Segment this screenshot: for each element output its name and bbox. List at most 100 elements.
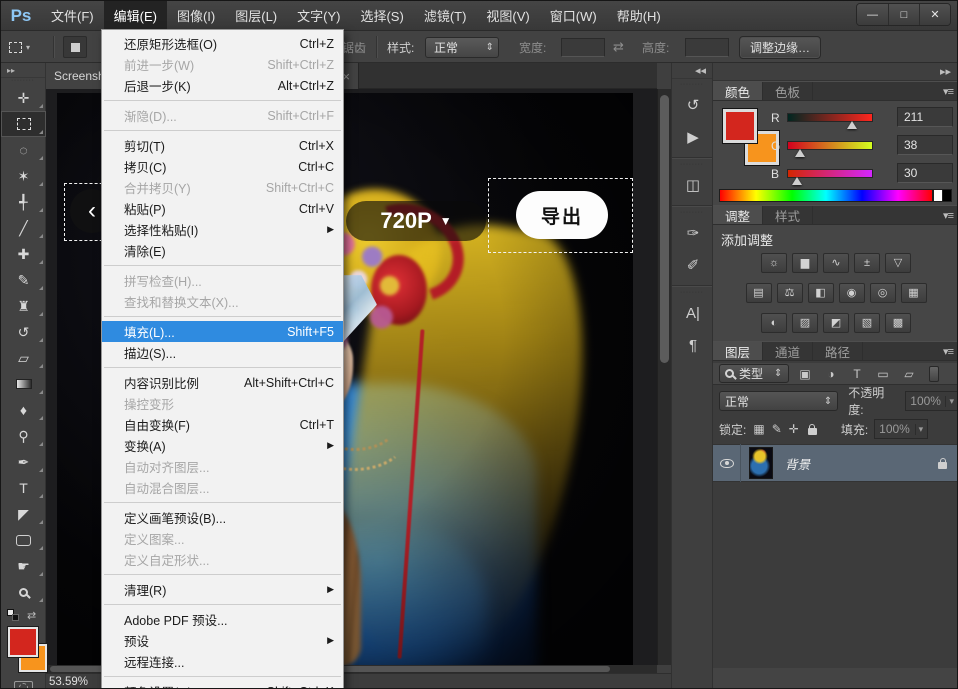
- swap-dimensions-icon[interactable]: ⇄: [613, 31, 624, 63]
- hue-saturation-icon[interactable]: ▤: [746, 283, 772, 303]
- selective-color-icon[interactable]: ▩: [885, 313, 911, 333]
- menu-item[interactable]: 变换(A)▶: [102, 435, 343, 456]
- opacity-value[interactable]: 100% ▾: [905, 391, 958, 411]
- history-panel-icon[interactable]: ↺: [672, 89, 714, 121]
- slider-thumb[interactable]: [792, 177, 802, 185]
- menubar-item[interactable]: 文字(Y): [287, 1, 350, 30]
- magic-wand-tool[interactable]: ✶: [1, 163, 46, 189]
- menubar-item[interactable]: 视图(V): [476, 1, 539, 30]
- menu-item[interactable]: Adobe PDF 预设...: [102, 609, 343, 630]
- pen-tool[interactable]: ✒: [1, 449, 46, 475]
- channel-mixer-icon[interactable]: ◎: [870, 283, 896, 303]
- color-tab[interactable]: 色板: [763, 82, 813, 100]
- eyedropper-tool[interactable]: ╱: [1, 215, 46, 241]
- panel-menu-icon[interactable]: ▾≡: [943, 85, 953, 98]
- filter-smart-objects-icon[interactable]: ▱: [899, 365, 919, 383]
- menu-item[interactable]: 内容识别比例Alt+Shift+Ctrl+C: [102, 372, 343, 393]
- curves-icon[interactable]: ∿: [823, 253, 849, 273]
- properties-panel-icon[interactable]: ◫: [672, 169, 714, 201]
- close-button[interactable]: ✕: [919, 4, 950, 25]
- style-select[interactable]: 正常 ⇕: [425, 37, 499, 58]
- channel-value[interactable]: 30: [897, 163, 953, 183]
- channel-value[interactable]: 211: [897, 107, 953, 127]
- threshold-icon[interactable]: ◩: [823, 313, 849, 333]
- swap-colors-icon[interactable]: ⇄: [27, 609, 36, 622]
- layers-tab[interactable]: 通道: [763, 342, 813, 360]
- default-colors-icon[interactable]: [7, 609, 19, 621]
- adjustments-tab[interactable]: 样式: [763, 206, 813, 224]
- menubar-item[interactable]: 滤镜(T): [414, 1, 477, 30]
- exposure-icon[interactable]: ±: [854, 253, 880, 273]
- path-select-tool[interactable]: ◤: [1, 501, 46, 527]
- resolution-button[interactable]: 720P ▼: [346, 201, 486, 241]
- gradient-tool[interactable]: [1, 371, 46, 397]
- menubar-item[interactable]: 编辑(E): [104, 1, 167, 30]
- layers-tab[interactable]: 路径: [813, 342, 863, 360]
- menu-item[interactable]: 远程连接...: [102, 651, 343, 672]
- menu-item[interactable]: 粘贴(P)Ctrl+V: [102, 198, 343, 219]
- scrollbar-thumb[interactable]: [660, 95, 669, 363]
- color-spectrum-ramp[interactable]: [719, 189, 933, 202]
- layer-visibility-toggle[interactable]: [713, 444, 741, 482]
- layers-tab[interactable]: 图层: [713, 342, 763, 360]
- menubar-item[interactable]: 选择(S): [350, 1, 413, 30]
- clone-stamp-tool[interactable]: ♜: [1, 293, 46, 319]
- maximize-button[interactable]: □: [888, 4, 919, 25]
- dock-expand-button[interactable]: ◂◂: [672, 63, 712, 79]
- slider-thumb[interactable]: [847, 121, 857, 129]
- actions-panel-icon[interactable]: ▶: [672, 121, 714, 153]
- rect-marquee-tool[interactable]: [1, 111, 46, 137]
- minimize-button[interactable]: —: [857, 4, 888, 25]
- hand-tool[interactable]: ☛: [1, 553, 46, 579]
- foreground-color-swatch[interactable]: [723, 109, 757, 143]
- paragraph-panel-icon[interactable]: ¶: [672, 329, 714, 361]
- refine-edge-button[interactable]: 调整边缘…: [739, 36, 821, 59]
- gradient-map-icon[interactable]: ▧: [854, 313, 880, 333]
- menu-item[interactable]: 描边(S)...: [102, 342, 343, 363]
- tools-collapse-button[interactable]: ▸▸: [1, 63, 45, 78]
- lock-position-icon[interactable]: ✛: [789, 422, 799, 436]
- character-panel-icon[interactable]: A|: [672, 297, 714, 329]
- width-input[interactable]: [561, 38, 605, 57]
- blend-mode-select[interactable]: 正常 ⇕: [719, 391, 838, 411]
- menu-item[interactable]: 颜色设置(G)Shift+Ctrl+K: [102, 681, 343, 689]
- filter-adjustment-layers-icon[interactable]: ◑: [821, 365, 841, 383]
- color-lookup-icon[interactable]: ▦: [901, 283, 927, 303]
- lasso-tool[interactable]: ◌: [1, 137, 46, 163]
- menubar-item[interactable]: 文件(F): [41, 1, 104, 30]
- brush-panel-icon[interactable]: ✐: [672, 249, 714, 281]
- layer-row-background[interactable]: 背景: [713, 444, 958, 482]
- filter-shape-layers-icon[interactable]: ▭: [873, 365, 893, 383]
- menu-item[interactable]: 还原矩形选框(O)Ctrl+Z: [102, 33, 343, 54]
- menu-item[interactable]: 清理(R)▶: [102, 579, 343, 600]
- menubar-item[interactable]: 图层(L): [225, 1, 287, 30]
- shape-tool[interactable]: [1, 527, 46, 553]
- brush-presets-panel-icon[interactable]: ✑: [672, 217, 714, 249]
- vibrance-icon[interactable]: ▽: [885, 253, 911, 273]
- crop-tool[interactable]: ╃: [1, 189, 46, 215]
- brush-tool[interactable]: ✎: [1, 267, 46, 293]
- quick-mask-button[interactable]: [14, 681, 33, 689]
- height-input[interactable]: [685, 38, 729, 57]
- tool-preset-dropdown[interactable]: ▾: [9, 31, 30, 63]
- history-brush-tool[interactable]: ↺: [1, 319, 46, 345]
- lock-all-icon[interactable]: [808, 428, 817, 435]
- invert-icon[interactable]: ◐: [761, 313, 787, 333]
- channel-value[interactable]: 38: [897, 135, 953, 155]
- filter-pixel-layers-icon[interactable]: ▣: [795, 365, 815, 383]
- spot-healing-tool[interactable]: ✚: [1, 241, 46, 267]
- levels-icon[interactable]: ▆: [792, 253, 818, 273]
- adjustments-tab[interactable]: 调整: [713, 206, 763, 224]
- color-tab[interactable]: 颜色: [713, 82, 763, 100]
- layer-filter-toggle[interactable]: [929, 366, 939, 382]
- panels-collapse-button[interactable]: ▸▸: [713, 63, 958, 81]
- panel-menu-icon[interactable]: ▾≡: [943, 209, 953, 222]
- export-button[interactable]: 导出: [516, 191, 608, 239]
- slider-thumb[interactable]: [795, 149, 805, 157]
- black-white-icon[interactable]: ◧: [808, 283, 834, 303]
- brightness-contrast-icon[interactable]: ☼: [761, 253, 787, 273]
- menu-item[interactable]: 预设▶: [102, 630, 343, 651]
- dodge-tool[interactable]: ⚲: [1, 423, 46, 449]
- menu-item[interactable]: 后退一步(K)Alt+Ctrl+Z: [102, 75, 343, 96]
- menu-item[interactable]: 剪切(T)Ctrl+X: [102, 135, 343, 156]
